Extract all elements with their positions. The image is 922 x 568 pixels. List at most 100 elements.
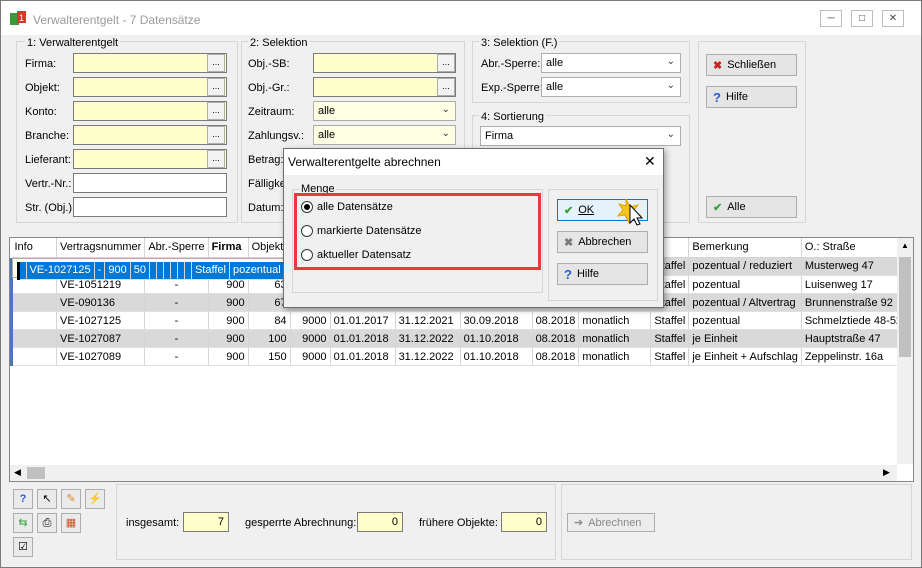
table-cell[interactable] [10, 311, 57, 330]
scroll-up-icon[interactable]: ▲ [901, 241, 909, 250]
abrechnen-button[interactable]: ➔ Abrechnen [567, 513, 655, 532]
table-cell[interactable]: pozentual / reduziert [688, 257, 802, 276]
col-info[interactable]: Info [11, 238, 57, 258]
table-cell[interactable]: monatlich [578, 347, 652, 366]
col-abr-sperre[interactable]: Abr.-Sperre [144, 238, 209, 258]
table-cell[interactable] [177, 261, 185, 280]
exp-sperre-select[interactable]: alle ⌄ [541, 77, 681, 97]
table-cell[interactable]: 900 [208, 329, 249, 348]
table-cell[interactable]: 01.01.2017 [330, 311, 396, 330]
konto-lookup-button[interactable]: ... [207, 102, 225, 120]
table-row[interactable]: VE-1027125-900 84 9000 01.01.2017 31.12.2021… [10, 311, 907, 330]
table-cell[interactable]: je Einheit + Aufschlag [688, 347, 802, 366]
table-cell[interactable]: 9000 [290, 311, 331, 330]
table-cell[interactable] [163, 261, 171, 280]
zeitraum-select[interactable]: alle ⌄ [313, 101, 456, 121]
table-cell[interactable] [156, 261, 164, 280]
table-cell[interactable]: - [144, 329, 209, 348]
table-cell[interactable]: Staffel [650, 347, 690, 366]
table-cell[interactable]: pozentual / Altvertrag [688, 293, 802, 312]
table-cell[interactable]: VE-1027089 [56, 347, 146, 366]
maximize-button[interactable]: □ [851, 10, 873, 27]
table-cell[interactable]: 31.12.2022 [395, 329, 461, 348]
table-cell[interactable]: - [144, 311, 209, 330]
grid-layout-icon[interactable]: ▦ [61, 513, 81, 533]
hilfe-button[interactable]: ? Hilfe [706, 86, 797, 108]
radio-markierte-datensaetze[interactable]: markierte Datensätze [301, 225, 422, 237]
schliessen-button[interactable]: ✖ Schließen [706, 54, 797, 76]
table-cell[interactable]: 31.12.2022 [395, 347, 461, 366]
obj-sb-lookup-button[interactable]: ... [437, 54, 455, 72]
strasse-field[interactable] [73, 197, 227, 217]
table-cell[interactable]: 08.2018 [532, 311, 580, 330]
sortierung-select[interactable]: Firma ⌄ [480, 126, 681, 146]
table-cell[interactable]: pozentual [688, 275, 802, 294]
table-cell[interactable]: monatlich [578, 311, 652, 330]
table-cell[interactable]: 01.01.2018 [330, 329, 396, 348]
dialog-hilfe-button[interactable]: ? Hilfe [557, 263, 648, 285]
vertical-scroll-thumb[interactable] [899, 257, 911, 357]
pencil-icon[interactable]: ✎ [61, 489, 81, 509]
lieferant-lookup-button[interactable]: ... [207, 150, 225, 168]
table-cell[interactable]: Musterweg 47 [801, 257, 907, 276]
lieferant-field[interactable] [73, 149, 227, 169]
table-cell[interactable]: 900 [208, 311, 249, 330]
close-button[interactable]: ✕ [882, 10, 904, 27]
table-cell[interactable] [10, 329, 57, 348]
abbrechen-button[interactable]: ✖ Abbrechen [557, 231, 648, 253]
table-cell[interactable] [170, 261, 178, 280]
table-cell[interactable]: 01.01.2018 [330, 347, 396, 366]
table-cell[interactable]: Zeppelinstr. 16a [801, 347, 907, 366]
alle-button[interactable]: ✔ Alle [706, 196, 797, 218]
table-cell[interactable]: 01.10.2018 [460, 329, 533, 348]
table-cell[interactable]: VE-1027125 [26, 261, 95, 280]
lightning-icon[interactable]: ⚡ [85, 489, 105, 509]
table-cell[interactable] [184, 261, 192, 280]
horizontal-scrollbar[interactable]: ◀ ▶ [10, 465, 897, 481]
table-cell[interactable]: Hauptstraße 47 [801, 329, 907, 348]
branche-field[interactable] [73, 125, 227, 145]
table-cell[interactable]: 150 [248, 347, 291, 366]
col-firma[interactable]: Firma [208, 238, 249, 258]
table-cell[interactable]: je Einheit [688, 329, 802, 348]
table-cell[interactable]: Staffel [650, 329, 690, 348]
refresh-icon[interactable]: ⇆ [13, 513, 33, 533]
obj-gr-field[interactable] [313, 77, 456, 97]
dialog-close-icon[interactable]: ✕ [644, 153, 656, 170]
vertical-scrollbar[interactable]: ▲ [897, 238, 913, 464]
help-icon[interactable]: ? [13, 489, 33, 509]
table-cell[interactable]: Staffel [191, 261, 230, 280]
table-cell[interactable]: - [144, 347, 209, 366]
table-cell[interactable]: 84 [248, 311, 291, 330]
objekt-field[interactable] [73, 77, 227, 97]
zahlungsv-select[interactable]: alle ⌄ [313, 125, 456, 145]
obj-gr-lookup-button[interactable]: ... [437, 78, 455, 96]
col-bemerkung[interactable]: Bemerkung [688, 238, 802, 258]
table-cell[interactable]: VE-1027125 [56, 311, 146, 330]
table-cell[interactable]: 31.12.2021 [395, 311, 461, 330]
table-cell[interactable]: 08.2018 [532, 329, 580, 348]
table-cell[interactable]: VE-1027087 [56, 329, 146, 348]
table-cell[interactable]: 9000 [290, 329, 331, 348]
table-cell[interactable]: 900 [208, 347, 249, 366]
col-strasse[interactable]: O.: Straße [801, 238, 907, 258]
vertr-nr-field[interactable] [73, 173, 227, 193]
table-cell[interactable]: Schmelztiede 48-52 [801, 311, 907, 330]
table-cell[interactable]: 30.09.2018 [460, 311, 533, 330]
table-cell[interactable]: Brunnenstraße 92 [801, 293, 907, 312]
radio-alle-datensaetze[interactable]: alle Datensätze [301, 201, 393, 213]
table-cell[interactable]: Luisenweg 17 [801, 275, 907, 294]
table-cell[interactable]: VE-090136 [56, 293, 146, 312]
table-cell[interactable]: 50 [130, 261, 150, 280]
table-cell[interactable]: 01.10.2018 [460, 347, 533, 366]
table-cell[interactable]: - [144, 293, 209, 312]
abr-sperre-select[interactable]: alle ⌄ [541, 53, 681, 73]
scroll-right-icon[interactable]: ▶ [883, 467, 890, 478]
table-cell[interactable] [16, 261, 27, 280]
table-cell[interactable] [10, 347, 57, 366]
horizontal-scroll-thumb[interactable] [27, 467, 45, 479]
objekt-lookup-button[interactable]: ... [207, 78, 225, 96]
minimize-button[interactable]: ─ [820, 10, 842, 27]
table-cell[interactable]: 900 [208, 293, 249, 312]
cursor-icon[interactable]: ↖ [37, 489, 57, 509]
